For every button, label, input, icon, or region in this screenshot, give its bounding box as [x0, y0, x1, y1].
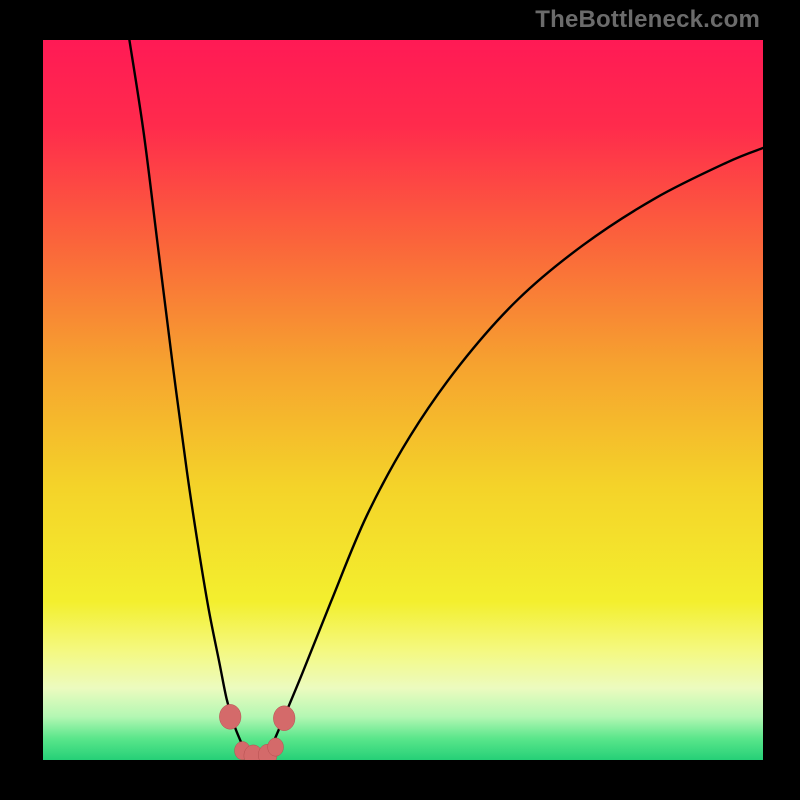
- valley-marker: [219, 704, 241, 729]
- valley-marker: [268, 738, 284, 756]
- gradient-background: [43, 40, 763, 760]
- plot-area: [43, 40, 763, 760]
- chart-svg: [43, 40, 763, 760]
- chart-frame: TheBottleneck.com: [0, 0, 800, 800]
- watermark-text: TheBottleneck.com: [535, 6, 760, 34]
- valley-marker: [273, 706, 295, 731]
